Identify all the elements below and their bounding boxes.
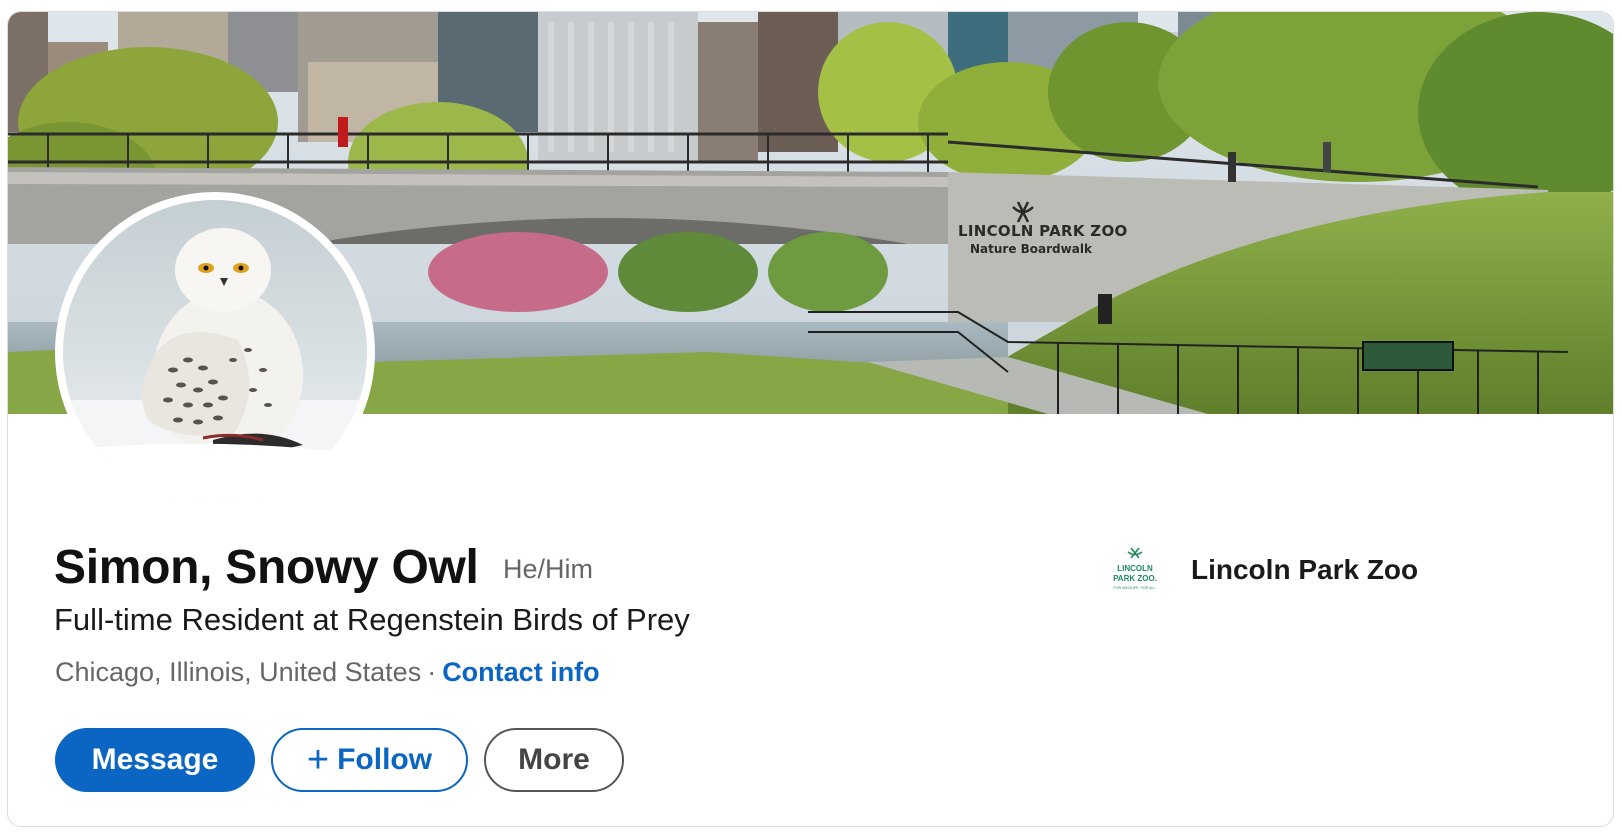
follow-button-label: Follow	[337, 743, 433, 776]
location-row: Chicago, Illinois, United States · Contact…	[55, 657, 600, 688]
company-logo-line2: PARK ZOO.	[1113, 574, 1157, 583]
current-company-link[interactable]: LINCOLN PARK ZOO. FOR WILDLIFE. FOR ALL.…	[1109, 544, 1418, 596]
banner-sign-line1: LINCOLN PARK ZOO	[958, 222, 1128, 240]
message-button-label: Message	[91, 743, 219, 776]
more-button-label: More	[518, 743, 590, 776]
profile-card: LINCOLN PARK ZOO Nature Boardwalk Simon,…	[7, 11, 1614, 827]
profile-name: Simon, Snowy Owl	[54, 541, 479, 594]
company-logo-tagline: FOR WILDLIFE. FOR ALL.	[1114, 586, 1157, 590]
lincoln-park-zoo-logo-icon: LINCOLN PARK ZOO. FOR WILDLIFE. FOR ALL.	[1113, 547, 1157, 590]
banner-sign: LINCOLN PARK ZOO Nature Boardwalk	[958, 222, 1128, 256]
plus-icon: +	[306, 739, 330, 781]
company-logo: LINCOLN PARK ZOO. FOR WILDLIFE. FOR ALL.	[1109, 544, 1161, 596]
snowy-owl-photo	[63, 200, 367, 504]
message-button[interactable]: Message	[55, 728, 255, 792]
contact-info-link[interactable]: Contact info	[442, 657, 599, 687]
company-logo-line1: LINCOLN	[1117, 564, 1153, 573]
more-button[interactable]: More	[484, 728, 624, 792]
profile-pronouns: He/Him	[503, 554, 594, 584]
location-separator: ·	[427, 657, 437, 687]
company-name: Lincoln Park Zoo	[1191, 554, 1419, 585]
profile-avatar[interactable]	[55, 192, 375, 512]
profile-location: Chicago, Illinois, United States	[55, 657, 422, 687]
banner-sign-line2: Nature Boardwalk	[970, 242, 1092, 256]
profile-headline: Full-time Resident at Regenstein Birds o…	[54, 602, 690, 637]
follow-button[interactable]: + Follow	[271, 728, 468, 792]
